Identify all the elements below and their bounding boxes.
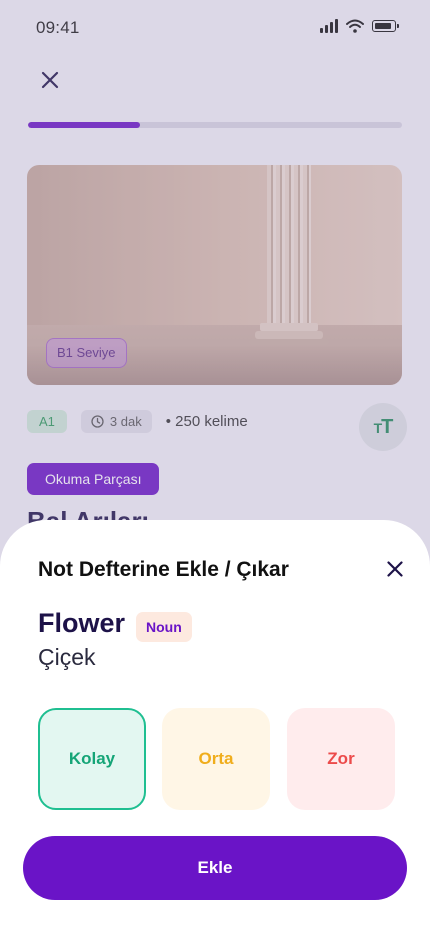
close-sheet-button[interactable]	[382, 556, 408, 582]
part-of-speech-badge: Noun	[136, 612, 192, 642]
add-button[interactable]: Ekle	[23, 836, 407, 900]
vocabulary-word: Flower	[38, 608, 126, 638]
notebook-bottom-sheet: Not Defterine Ekle / Çıkar Flower Noun Ç…	[0, 520, 430, 930]
close-icon	[387, 561, 403, 577]
difficulty-easy-button[interactable]: Kolay	[38, 708, 146, 810]
sheet-title: Not Defterine Ekle / Çıkar	[38, 558, 289, 581]
difficulty-medium-button[interactable]: Orta	[162, 708, 270, 810]
difficulty-hard-button[interactable]: Zor	[287, 708, 395, 810]
word-meaning: Çiçek	[38, 644, 96, 670]
